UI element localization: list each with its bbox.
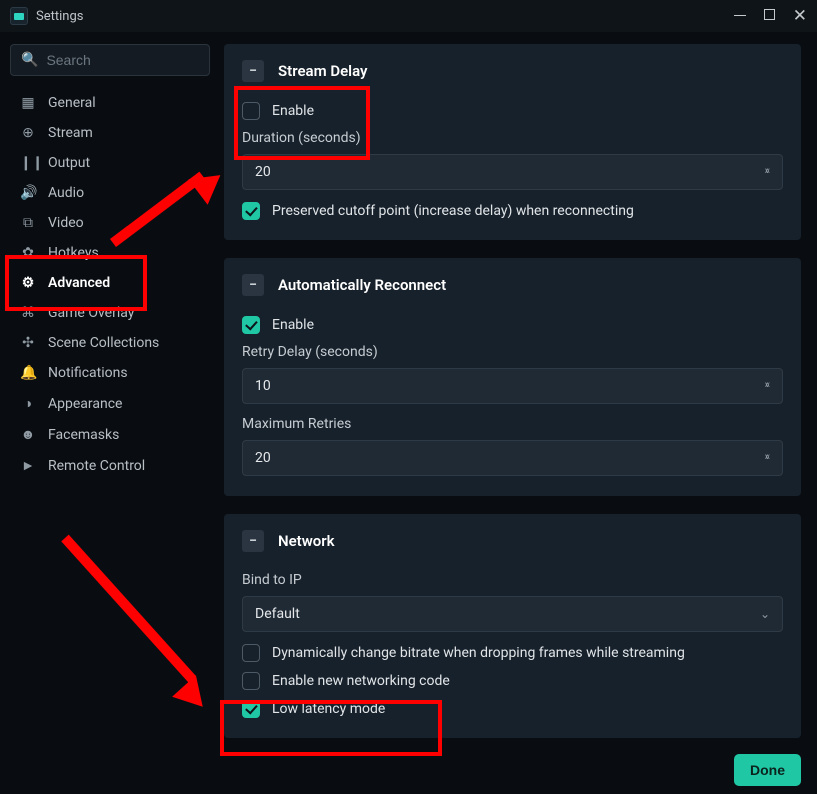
bind-ip-label: Bind to IP bbox=[242, 572, 783, 588]
sidebar-item-label: Appearance bbox=[48, 396, 122, 412]
sidebar-item-label: Notifications bbox=[48, 365, 128, 381]
duration-label: Duration (seconds) bbox=[242, 130, 783, 146]
sidebar-item-label: Video bbox=[48, 215, 84, 231]
nav-list: ▦ General ⊕ Stream ❙❙ Output 🔊 Audio ⧉ Video ✿ Hotk… bbox=[10, 88, 210, 481]
bind-ip-value: Default bbox=[255, 606, 300, 622]
duration-field[interactable]: 20 ˄˅ bbox=[242, 154, 783, 190]
collapse-button[interactable]: − bbox=[242, 530, 264, 552]
sidebar-item-label: Hotkeys bbox=[48, 245, 99, 261]
sidebar-item-label: Facemasks bbox=[48, 427, 119, 443]
hotkeys-icon: ✿ bbox=[20, 245, 36, 261]
search-box[interactable]: 🔍 bbox=[10, 44, 210, 76]
sidebar-item-label: Game Overlay bbox=[48, 305, 134, 321]
sidebar-item-stream[interactable]: ⊕ Stream bbox=[10, 118, 210, 148]
preserve-cutoff-label: Preserved cutoff point (increase delay) … bbox=[272, 203, 634, 219]
titlebar: Settings ✕ bbox=[0, 0, 817, 32]
sidebar-item-audio[interactable]: 🔊 Audio bbox=[10, 178, 210, 208]
content-area: − Stream Delay Enable Duration (seconds)… bbox=[224, 44, 803, 746]
section-title: Stream Delay bbox=[278, 62, 367, 80]
chevron-down-icon: ⌄ bbox=[760, 607, 770, 621]
video-icon: ⧉ bbox=[20, 215, 36, 231]
auto-reconnect-enable-label: Enable bbox=[272, 317, 314, 333]
section-title: Network bbox=[278, 532, 335, 550]
retry-delay-label: Retry Delay (seconds) bbox=[242, 344, 783, 360]
bind-ip-select[interactable]: Default ⌄ bbox=[242, 596, 783, 632]
low-latency-label: Low latency mode bbox=[272, 701, 385, 717]
app-icon bbox=[10, 7, 28, 25]
sidebar-item-appearance[interactable]: ◑ Appearance bbox=[10, 388, 210, 419]
sidebar-item-scene-collections[interactable]: ✣ Scene Collections bbox=[10, 328, 210, 358]
auto-reconnect-enable-checkbox[interactable] bbox=[242, 316, 260, 334]
window-title: Settings bbox=[36, 9, 83, 24]
audio-icon: 🔊 bbox=[20, 185, 36, 201]
stream-icon: ⊕ bbox=[20, 125, 36, 141]
remote-control-icon: ► bbox=[20, 457, 36, 474]
new-networking-checkbox[interactable] bbox=[242, 672, 260, 690]
sidebar-item-advanced[interactable]: ⚙ Advanced bbox=[10, 268, 210, 298]
sidebar: 🔍 ▦ General ⊕ Stream ❙❙ Output 🔊 Audio ⧉ Video ✿ Ho… bbox=[10, 44, 210, 746]
stream-delay-enable-checkbox[interactable] bbox=[242, 102, 260, 120]
sidebar-item-label: Remote Control bbox=[48, 458, 145, 474]
maximize-button[interactable] bbox=[764, 8, 775, 24]
max-retries-value: 20 bbox=[255, 450, 271, 466]
minimize-button[interactable] bbox=[734, 8, 746, 24]
collapse-button[interactable]: − bbox=[242, 274, 264, 296]
sidebar-item-label: Output bbox=[48, 155, 90, 171]
section-network: − Network Bind to IP Default ⌄ Dynamical… bbox=[224, 514, 801, 738]
search-icon: 🔍 bbox=[21, 52, 38, 68]
preserve-cutoff-checkbox[interactable] bbox=[242, 202, 260, 220]
sidebar-item-label: General bbox=[48, 95, 96, 111]
sidebar-item-output[interactable]: ❙❙ Output bbox=[10, 148, 210, 178]
footer-bar: Done bbox=[0, 746, 817, 794]
max-retries-field[interactable]: 20 ˄˅ bbox=[242, 440, 783, 476]
close-button[interactable]: ✕ bbox=[793, 8, 807, 25]
dynamic-bitrate-checkbox[interactable] bbox=[242, 644, 260, 662]
section-title: Automatically Reconnect bbox=[278, 276, 446, 294]
search-input[interactable] bbox=[46, 52, 199, 68]
general-icon: ▦ bbox=[20, 95, 36, 111]
collapse-button[interactable]: − bbox=[242, 60, 264, 82]
sidebar-item-hotkeys[interactable]: ✿ Hotkeys bbox=[10, 238, 210, 268]
section-auto-reconnect: − Automatically Reconnect Enable Retry D… bbox=[224, 258, 801, 496]
new-networking-label: Enable new networking code bbox=[272, 673, 450, 689]
sidebar-item-general[interactable]: ▦ General bbox=[10, 88, 210, 118]
scene-collections-icon: ✣ bbox=[20, 335, 36, 351]
sidebar-item-facemasks[interactable]: ☻ Facemasks bbox=[10, 419, 210, 450]
sidebar-item-video[interactable]: ⧉ Video bbox=[10, 208, 210, 238]
sidebar-item-notifications[interactable]: 🔔 Notifications bbox=[10, 358, 210, 388]
advanced-icon: ⚙ bbox=[20, 275, 36, 291]
sidebar-item-label: Advanced bbox=[48, 275, 110, 291]
section-stream-delay: − Stream Delay Enable Duration (seconds)… bbox=[224, 44, 801, 240]
low-latency-checkbox[interactable] bbox=[242, 700, 260, 718]
sidebar-item-label: Audio bbox=[48, 185, 84, 201]
appearance-icon: ◑ bbox=[20, 395, 36, 412]
duration-value: 20 bbox=[255, 164, 271, 180]
sidebar-item-label: Scene Collections bbox=[48, 335, 159, 351]
dynamic-bitrate-label: Dynamically change bitrate when dropping… bbox=[272, 645, 685, 661]
sidebar-item-label: Stream bbox=[48, 125, 93, 141]
sidebar-item-game-overlay[interactable]: ⌘ Game Overlay bbox=[10, 298, 210, 328]
done-button[interactable]: Done bbox=[734, 754, 801, 786]
facemasks-icon: ☻ bbox=[20, 426, 36, 443]
max-retries-label: Maximum Retries bbox=[242, 416, 783, 432]
retry-delay-field[interactable]: 10 ˄˅ bbox=[242, 368, 783, 404]
notifications-icon: 🔔 bbox=[20, 365, 36, 381]
retry-delay-value: 10 bbox=[255, 378, 271, 394]
output-icon: ❙❙ bbox=[20, 155, 36, 171]
game-overlay-icon: ⌘ bbox=[20, 305, 36, 321]
sidebar-item-remote-control[interactable]: ► Remote Control bbox=[10, 450, 210, 481]
stream-delay-enable-label: Enable bbox=[272, 103, 314, 119]
